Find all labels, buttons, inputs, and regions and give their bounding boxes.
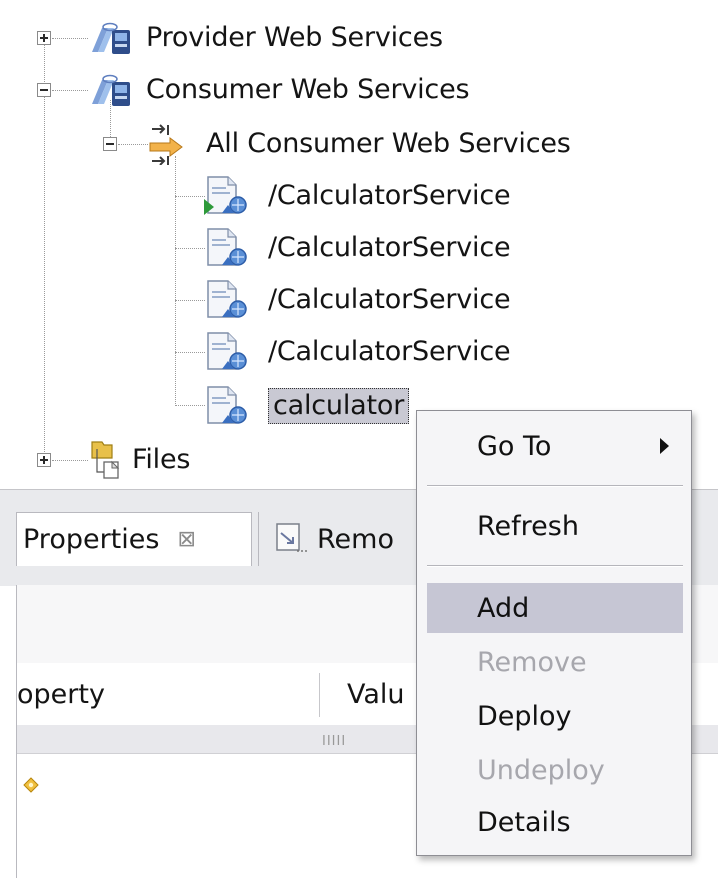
web-service-document-icon: [207, 228, 247, 266]
tree-guide-line: [175, 352, 205, 353]
close-icon[interactable]: ⊠: [177, 527, 195, 552]
remote-view-icon: [276, 523, 307, 552]
tree-guide-line: [175, 196, 205, 197]
expand-toggle-provider[interactable]: [37, 31, 51, 45]
tree-node-label: Consumer Web Services: [146, 74, 470, 105]
property-marker-icon: [23, 777, 39, 793]
collapse-toggle-consumer[interactable]: [37, 83, 51, 97]
web-service-document-icon: [207, 280, 247, 318]
tree-node-label: All Consumer Web Services: [206, 128, 571, 159]
tree-node-label: /CalculatorService: [268, 232, 511, 263]
tree-guide-line: [175, 405, 205, 406]
menu-item-deploy[interactable]: Deploy: [427, 691, 683, 741]
tree-node-all-consumer-web-services[interactable]: All Consumer Web Services: [146, 118, 571, 170]
tree-node-service[interactable]: /CalculatorService: [202, 170, 511, 222]
menu-item-label: Add: [477, 592, 530, 624]
tree-node-provider-web-services[interactable]: Provider Web Services: [88, 12, 443, 64]
tree-guide-line: [118, 144, 148, 145]
tree-guide-line: [52, 460, 88, 461]
menu-item-undeploy: Undeploy: [427, 745, 683, 795]
tree-guide-line: [175, 156, 176, 406]
context-menu: Go To Refresh Add Remove Deploy Undeploy…: [416, 410, 692, 856]
tree-node-service[interactable]: /CalculatorService: [202, 274, 511, 326]
tree-guide-line: [44, 40, 45, 460]
web-service-document-icon: [207, 332, 247, 370]
tree-node-label: Files: [132, 444, 191, 475]
files-folder-icon: [91, 441, 120, 479]
menu-item-goto[interactable]: Go To: [427, 421, 683, 471]
tree-node-calculator[interactable]: calculator: [202, 380, 410, 432]
tab-label: Properties: [23, 524, 160, 555]
column-divider[interactable]: [319, 673, 320, 717]
collapse-toggle-all-consumer[interactable]: [103, 137, 117, 151]
menu-item-label: Undeploy: [477, 754, 605, 786]
tree-node-label-selected: calculator: [268, 388, 410, 424]
tab-properties[interactable]: Properties ⊠: [16, 512, 252, 566]
web-service-document-icon: [204, 176, 247, 215]
menu-item-label: Details: [477, 806, 571, 838]
column-header-value[interactable]: Valu: [347, 679, 405, 710]
web-services-icon: [92, 22, 130, 54]
submenu-arrow-icon: [660, 438, 669, 454]
tree-node-label: /CalculatorService: [268, 180, 511, 211]
menu-item-label: Refresh: [477, 510, 579, 542]
tree-guide-line: [175, 300, 205, 301]
tree-node-files[interactable]: Files: [88, 434, 190, 486]
menu-separator: [427, 485, 683, 487]
tree-node-service[interactable]: /CalculatorService: [202, 326, 511, 378]
menu-separator: [427, 565, 683, 567]
menu-item-remove: Remove: [427, 637, 683, 687]
tab-label: Remo: [317, 523, 394, 555]
scroll-grip[interactable]: IIIII: [322, 734, 346, 749]
tree-node-service[interactable]: /CalculatorService: [202, 222, 511, 274]
tree-node-consumer-web-services[interactable]: Consumer Web Services: [88, 64, 470, 116]
tree-guide-line: [175, 248, 205, 249]
menu-item-add[interactable]: Add: [427, 583, 683, 633]
expand-toggle-files[interactable]: [37, 453, 51, 467]
tree-node-label: Provider Web Services: [146, 22, 443, 53]
tree-guide-line: [52, 38, 88, 39]
tree-node-label: /CalculatorService: [268, 336, 511, 367]
menu-item-refresh[interactable]: Refresh: [427, 501, 683, 551]
menu-item-label: Go To: [477, 430, 552, 462]
menu-item-label: Remove: [477, 646, 587, 678]
menu-item-label: Deploy: [477, 700, 572, 732]
web-services-icon: [92, 74, 130, 106]
tree-node-label: /CalculatorService: [268, 284, 511, 315]
menu-item-details[interactable]: Details: [427, 797, 683, 847]
web-service-document-icon: [207, 386, 247, 424]
tree-guide-line: [52, 90, 88, 91]
column-header-property[interactable]: operty: [17, 679, 105, 710]
arrow-transfer-icon: [149, 124, 183, 165]
